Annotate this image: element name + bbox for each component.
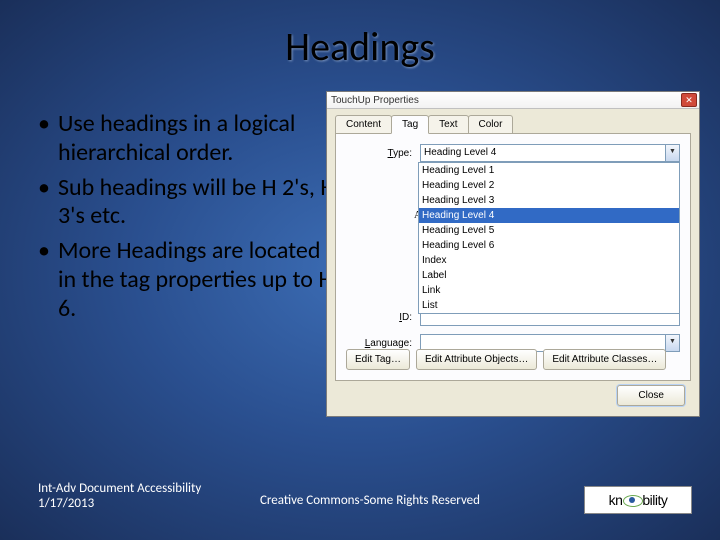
logo-text-left: kn [609, 492, 623, 508]
footer-left: Int-Adv Document Accessibility 1/17/2013 [38, 481, 201, 512]
touchup-properties-dialog: TouchUp Properties ✕ Content Tag Text Co… [326, 91, 700, 417]
tab-color[interactable]: Color [468, 115, 514, 133]
tab-content[interactable]: Content [335, 115, 392, 133]
dropdown-option[interactable]: Heading Level 1 [419, 163, 679, 178]
close-icon[interactable]: ✕ [681, 93, 697, 107]
close-button[interactable]: Close [617, 385, 685, 406]
dropdown-option[interactable]: Label [419, 268, 679, 283]
edit-tag-button[interactable]: Edit Tag… [346, 349, 410, 370]
edit-attribute-objects-button[interactable]: Edit Attribute Objects… [416, 349, 537, 370]
footer-doc-title: Int-Adv Document Accessibility [38, 481, 201, 497]
knowbility-logo: kn bility [584, 486, 692, 514]
bullet-item: Use headings in a logical hierarchical o… [38, 110, 338, 168]
slide-title: Headings [0, 0, 720, 71]
eye-icon [623, 493, 641, 507]
tab-text[interactable]: Text [428, 115, 468, 133]
bullet-list: Use headings in a logical hierarchical o… [38, 110, 338, 330]
dialog-titlebar[interactable]: TouchUp Properties ✕ [327, 92, 699, 109]
logo-text-right: bility [642, 492, 667, 508]
type-value[interactable]: Heading Level 4 [420, 144, 680, 162]
id-label: ID: [346, 312, 420, 323]
tab-strip: Content Tag Text Color [327, 109, 699, 133]
dropdown-option[interactable]: Heading Level 3 [419, 193, 679, 208]
bullet-item: Sub headings will be H 2's, H 3's etc. [38, 174, 338, 232]
dropdown-option[interactable]: Heading Level 6 [419, 238, 679, 253]
footer-date: 1/17/2013 [38, 496, 201, 512]
dropdown-option[interactable]: List [419, 298, 679, 313]
chevron-down-icon[interactable]: ▼ [665, 335, 679, 351]
language-label: Language: [346, 338, 420, 349]
dropdown-option[interactable]: Heading Level 4 [419, 208, 679, 223]
dropdown-option[interactable]: Heading Level 5 [419, 223, 679, 238]
edit-attribute-classes-button[interactable]: Edit Attribute Classes… [543, 349, 666, 370]
tab-tag[interactable]: Tag [391, 115, 429, 134]
dropdown-option[interactable]: Heading Level 2 [419, 178, 679, 193]
dropdown-option[interactable]: Link [419, 283, 679, 298]
tab-panel-tag: Type: Heading Level 4 ▼ Heading Level 1 … [335, 133, 691, 381]
chevron-down-icon[interactable]: ▼ [665, 145, 679, 161]
type-combo[interactable]: Heading Level 4 ▼ [420, 144, 680, 162]
footer-license: Creative Commons-Some Rights Reserved [260, 493, 480, 508]
type-label: Type: [346, 148, 420, 159]
bullet-item: More Headings are located in the tag pro… [38, 237, 338, 323]
type-dropdown-list[interactable]: Heading Level 1 Heading Level 2 Heading … [418, 162, 680, 314]
dropdown-option[interactable]: Index [419, 253, 679, 268]
dialog-title: TouchUp Properties [331, 95, 419, 106]
